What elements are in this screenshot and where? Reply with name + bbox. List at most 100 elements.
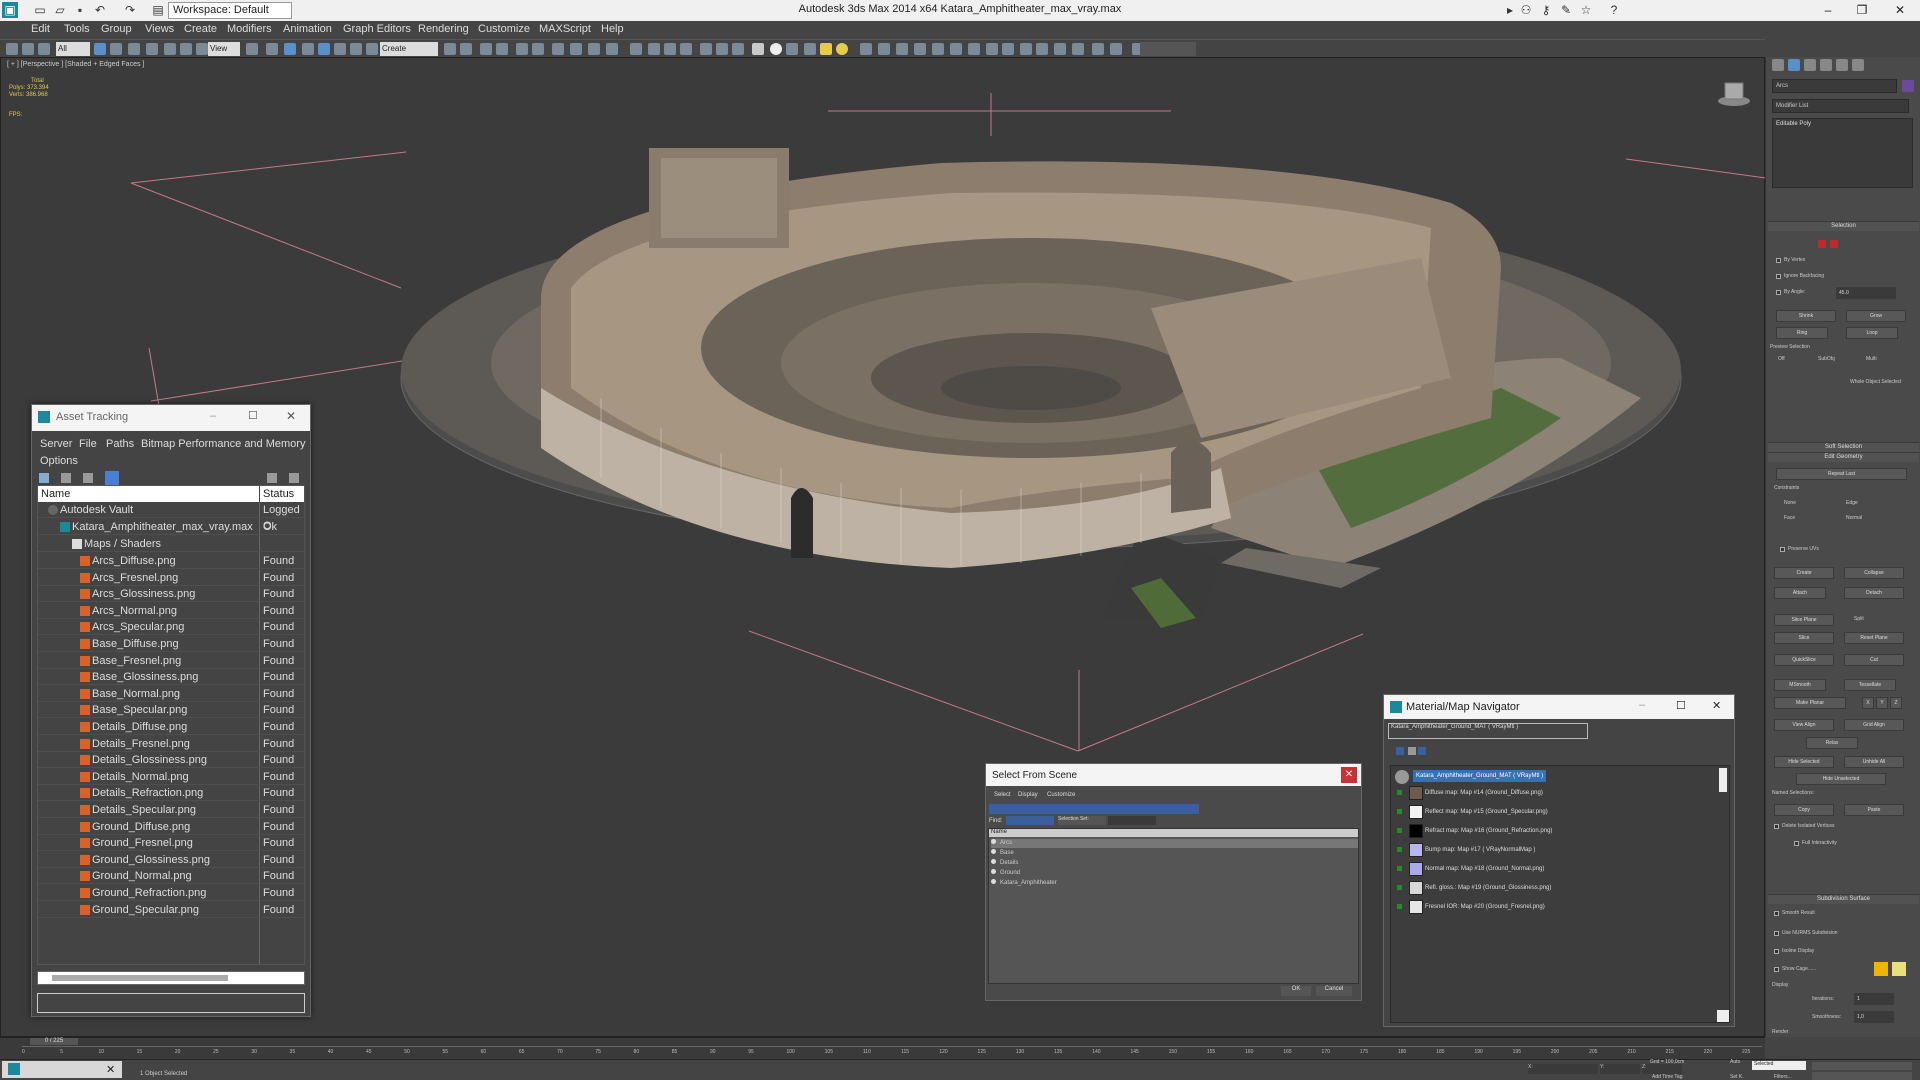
asset-menu-options[interactable]: Options (40, 455, 78, 467)
render-production-icon[interactable] (606, 43, 618, 55)
sfs-cancel-button[interactable]: Cancel (1316, 986, 1352, 996)
list-item[interactable]: Katara_Amphitheater (991, 879, 1358, 888)
cloth-icon[interactable] (932, 43, 944, 55)
table-row-maps-group[interactable]: Maps / Shaders (38, 536, 304, 552)
detach-button[interactable]: Detach (1844, 587, 1904, 599)
timeline[interactable]: 0 / 225 0 5 10 15 20 25 30 35 40 45 50 55 60 65 70 75 80… (0, 1037, 1765, 1059)
cut-button[interactable]: Cut (1844, 654, 1904, 666)
loop-button[interactable]: Loop (1846, 327, 1898, 339)
asset-menu-paths[interactable]: Paths (106, 438, 134, 450)
binoculars-icon[interactable]: ⚇ (1518, 2, 1534, 18)
angle-snap-icon[interactable] (318, 43, 330, 55)
matnav-map-item[interactable]: Fresnel IOR: Map #20 (Ground_Fresnel.png… (1425, 901, 1545, 913)
asset-menu-server[interactable]: Server (40, 438, 72, 450)
quickslice-button[interactable]: QuickSlice (1774, 654, 1834, 666)
constraint-face-radio[interactable]: Face (1784, 515, 1795, 521)
polygon-subobject-icon[interactable] (1830, 240, 1838, 248)
select-object-icon[interactable] (94, 43, 106, 55)
mini-close-icon[interactable]: ✕ (106, 1063, 115, 1076)
table-row[interactable]: Details_Specular.png Found (38, 802, 304, 818)
section-selection[interactable]: Selection (1768, 221, 1919, 231)
asset-maximize-icon[interactable]: ☐ (248, 409, 258, 422)
section-soft-selection[interactable]: Soft Selection (1768, 442, 1919, 452)
table-row[interactable]: Base_Fresnel.png Found (38, 653, 304, 669)
delete-isolated-checkbox[interactable] (1774, 824, 1779, 829)
matnav-map-item[interactable]: Refract map: Map #16 (Ground_Refraction.… (1425, 825, 1552, 837)
table-row[interactable]: Ground_Fresnel.png Found (38, 835, 304, 852)
table-row-max-file[interactable]: Katara_Amphitheater_max_vray.max Ok (38, 519, 304, 535)
asset-menu-bitmap[interactable]: Bitmap Performance and Memory (141, 438, 305, 450)
list-item[interactable]: Details (991, 859, 1358, 868)
help-icon[interactable]: ? (1606, 2, 1622, 18)
relax-button[interactable]: Relax (1806, 737, 1858, 749)
vray-frame-buffer-icon[interactable] (648, 43, 660, 55)
modifier-stack[interactable]: Editable Poly (1772, 118, 1913, 188)
tools-icon[interactable]: ✎ (1558, 2, 1574, 18)
collapse-button[interactable]: Collapse (1844, 567, 1904, 579)
matnav-titlebar[interactable]: Material/Map Navigator – ☐ ✕ (1384, 695, 1734, 719)
table-row[interactable]: Arcs_Glossiness.png Found (38, 586, 304, 603)
table-row-vault[interactable]: Autodesk Vault Logged O (38, 502, 304, 532)
rendered-frame-window-icon[interactable] (588, 43, 600, 55)
viewport-navigation-controls[interactable] (1812, 1072, 1912, 1080)
matnav-tree[interactable]: Katara_Amphitheater_Ground_MAT ( VRayMtl… (1390, 765, 1730, 1023)
menu-maxscript[interactable]: MAXScript (539, 23, 591, 35)
map-enabled-check-icon[interactable] (1397, 885, 1402, 890)
make-planar-button[interactable]: Make Planar (1774, 697, 1846, 709)
vray-mesh-export-icon[interactable] (700, 43, 712, 55)
unlink-icon[interactable] (22, 43, 34, 55)
time-slider[interactable]: 0 / 225 (30, 1038, 78, 1045)
curve-editor-icon[interactable] (516, 43, 528, 55)
menu-animation[interactable]: Animation (283, 23, 332, 35)
preview-subobj-radio[interactable]: SubObj (1818, 356, 1835, 362)
container-icon[interactable] (1054, 43, 1066, 55)
table-row[interactable]: Ground_Specular.png Found (38, 902, 304, 918)
bind-space-warp-icon[interactable] (38, 43, 50, 55)
pivot-center-icon[interactable] (246, 43, 258, 55)
move-icon[interactable] (164, 43, 176, 55)
sfs-menu-customize[interactable]: Customize (1047, 792, 1075, 798)
list-item[interactable]: Arcs (991, 839, 1358, 848)
playback-controls[interactable] (1812, 1062, 1912, 1070)
star-icon[interactable]: ☆ (1578, 2, 1594, 18)
asset-path-field[interactable] (37, 993, 305, 1013)
table-row[interactable]: Details_Diffuse.png Found (38, 719, 304, 735)
stack-item-editable-poly[interactable]: Editable Poly (1776, 121, 1811, 127)
render-preset-dropdown[interactable] (1140, 42, 1196, 56)
paste-button[interactable]: Paste (1844, 804, 1904, 816)
asset-tracking-titlebar[interactable]: Asset Tracking – ☐ ✕ (32, 405, 310, 431)
section-subdivision-surface[interactable]: Subdivision Surface (1768, 894, 1919, 904)
render-setup-icon[interactable] (570, 43, 582, 55)
graphite-ribbon-icon[interactable] (496, 43, 508, 55)
full-interactivity-checkbox[interactable] (1794, 841, 1799, 846)
reference-coordinate-dropdown[interactable]: View (208, 42, 240, 56)
pflow-icon[interactable] (860, 43, 872, 55)
asset-minimize-icon[interactable]: – (210, 410, 216, 422)
menu-edit[interactable]: Edit (31, 23, 50, 35)
table-row[interactable]: Base_Normal.png Found (38, 686, 304, 702)
hide-selected-button[interactable]: Hide Selected (1774, 756, 1834, 768)
map-enabled-check-icon[interactable] (1397, 847, 1402, 852)
display-tab-icon[interactable] (1836, 59, 1848, 71)
link-icon[interactable] (6, 43, 18, 55)
asset-settings-icon[interactable] (289, 473, 299, 483)
preview-off-radio[interactable]: Off (1778, 356, 1785, 362)
key-filter-dropdown[interactable]: Selected (1752, 1061, 1806, 1070)
sfs-column-name[interactable]: Name (989, 829, 1358, 837)
table-row[interactable]: Arcs_Normal.png Found (38, 603, 304, 619)
matnav-map-item[interactable]: Refl. gloss.: Map #19 (Ground_Glossiness… (1425, 882, 1551, 894)
matnav-large-icons-icon[interactable] (1418, 747, 1426, 755)
matnav-minimize-icon[interactable]: – (1639, 699, 1645, 711)
hide-unselected-button[interactable]: Hide Unselected (1796, 773, 1886, 785)
sfs-object-list[interactable]: Name Arcs Base Details Ground Katara_Amphith… (988, 828, 1359, 984)
asset-horizontal-scrollbar[interactable] (37, 971, 305, 985)
asset-close-icon[interactable]: ✕ (286, 409, 296, 423)
close-icon[interactable]: ✕ (1880, 0, 1920, 21)
slice-button[interactable]: Slice (1774, 632, 1834, 644)
snaps-toggle-icon[interactable] (302, 43, 314, 55)
edit-named-selection-icon[interactable] (366, 43, 378, 55)
table-row[interactable]: Details_Refraction.png Found (38, 785, 304, 802)
utilities-tab-icon[interactable] (1852, 59, 1864, 71)
matnav-map-item[interactable]: Bump map: Map #17 ( VRayNormalMap ) (1425, 844, 1535, 856)
table-row[interactable]: Arcs_Specular.png Found (38, 619, 304, 636)
